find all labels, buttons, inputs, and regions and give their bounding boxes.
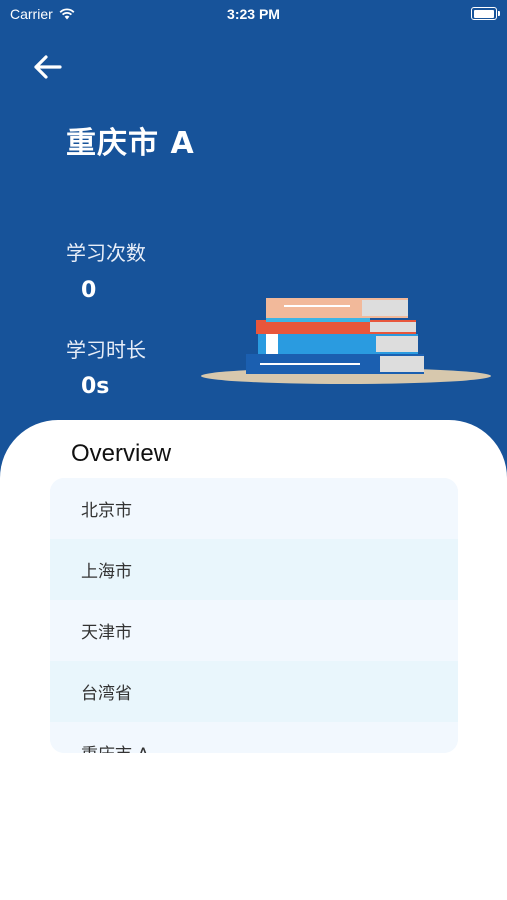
overview-list[interactable]: 北京市 上海市 天津市 台湾省 重庆市 A xyxy=(50,478,458,753)
list-item-label: 天津市 xyxy=(81,623,132,643)
study-duration-label: 学习时长 xyxy=(66,338,146,362)
status-bar: Carrier 3:23 PM xyxy=(0,0,507,28)
battery-icon xyxy=(471,7,500,20)
study-count-label: 学习次数 xyxy=(66,241,146,265)
list-item-label: 台湾省 xyxy=(81,684,132,704)
study-count-value: 0 xyxy=(81,278,97,303)
list-item-label: 北京市 xyxy=(81,501,132,521)
back-button[interactable] xyxy=(30,52,66,82)
status-time: 3:23 PM xyxy=(227,6,280,22)
books-illustration xyxy=(201,298,491,384)
list-item[interactable]: 天津市 xyxy=(50,600,458,661)
list-item[interactable]: 重庆市 A xyxy=(50,722,458,753)
overview-title: Overview xyxy=(71,440,172,467)
list-item[interactable]: 台湾省 xyxy=(50,661,458,722)
study-duration-value: 0s xyxy=(81,374,110,399)
arrow-left-icon xyxy=(34,55,62,79)
battery-level xyxy=(473,9,494,18)
list-item[interactable]: 北京市 xyxy=(50,478,458,539)
list-item-label: 重庆市 A xyxy=(81,740,149,753)
list-item-label: 上海市 xyxy=(81,562,132,582)
list-item[interactable]: 上海市 xyxy=(50,539,458,600)
page-title: 重庆市 A xyxy=(66,126,195,161)
